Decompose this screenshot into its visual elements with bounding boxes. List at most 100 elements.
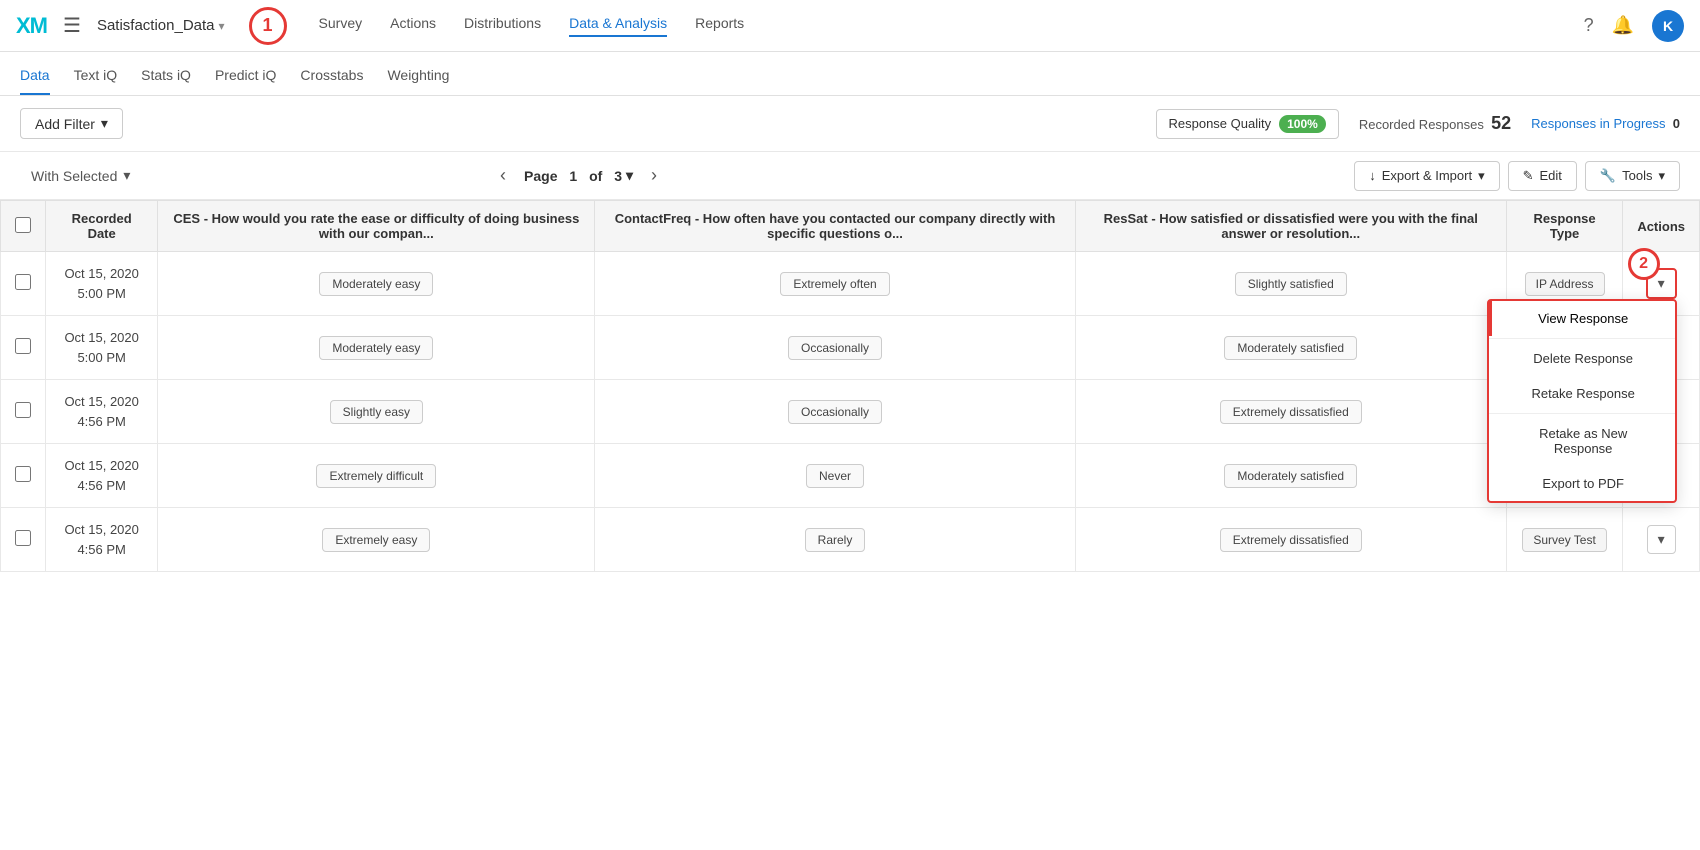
prev-page-button[interactable]: ‹ <box>492 161 514 190</box>
responses-in-progress: Responses in Progress 0 <box>1531 116 1680 131</box>
toolbar: Add Filter ▾ Response Quality 100% Recor… <box>0 96 1700 152</box>
cell-response-type: Survey Test <box>1506 508 1622 572</box>
select-all-checkbox[interactable] <box>15 217 31 233</box>
download-icon: ↓ <box>1369 168 1376 183</box>
nav-survey[interactable]: Survey <box>319 15 363 37</box>
data-table: Recorded Date CES - How would you rate t… <box>0 200 1700 572</box>
cell-ressat: Extremely dissatisfied <box>1075 380 1506 444</box>
tools-chevron-icon: ▾ <box>1658 168 1665 184</box>
tab-weighting[interactable]: Weighting <box>387 67 449 95</box>
table-row: Oct 15, 20204:56 PMSlightly easyOccasion… <box>1 380 1700 444</box>
cell-contact-freq: Occasionally <box>595 316 1075 380</box>
tab-text-iq[interactable]: Text iQ <box>74 67 118 95</box>
recorded-responses: Recorded Responses 52 <box>1359 113 1511 134</box>
avatar[interactable]: K <box>1652 10 1684 42</box>
with-selected-dropdown[interactable]: With Selected ▾ <box>20 160 141 191</box>
row-checkbox[interactable] <box>15 530 31 546</box>
response-quality-label: Response Quality <box>1169 116 1272 131</box>
col-contact-freq: ContactFreq - How often have you contact… <box>595 201 1075 252</box>
notification-icon[interactable]: 🔔 <box>1612 15 1634 36</box>
cell-contact-freq: Never <box>595 444 1075 508</box>
table-row: Oct 15, 20204:56 PMExtremely easyRarelyE… <box>1 508 1700 572</box>
cell-ces: Moderately easy <box>158 252 595 316</box>
next-page-button[interactable]: › <box>643 161 665 190</box>
cell-ressat: Extremely dissatisfied <box>1075 508 1506 572</box>
cell-date: Oct 15, 20204:56 PM <box>46 380 158 444</box>
col-recorded-date: Recorded Date <box>46 201 158 252</box>
col-response-type: Response Type <box>1506 201 1622 252</box>
menu-item-retake-new[interactable]: Retake as New Response <box>1489 416 1675 466</box>
actions-menu: View Response Delete ResponseRetake Respo… <box>1487 299 1677 503</box>
cell-ressat: Moderately satisfied <box>1075 444 1506 508</box>
step-badge-1: 1 <box>249 7 287 45</box>
row-checkbox[interactable] <box>15 466 31 482</box>
page-label: Page <box>524 168 557 184</box>
edit-button[interactable]: ✎ Edit <box>1508 161 1577 191</box>
help-icon[interactable]: ? <box>1584 15 1594 36</box>
table-row: Oct 15, 20204:56 PMExtremely difficultNe… <box>1 444 1700 508</box>
response-quality-value: 100% <box>1279 115 1326 133</box>
cell-contact-freq: Occasionally <box>595 380 1075 444</box>
responses-in-progress-value: 0 <box>1673 116 1680 131</box>
with-selected-chevron-icon: ▾ <box>123 167 130 184</box>
total-pages: 3 <box>614 168 622 184</box>
pencil-icon: ✎ <box>1523 168 1534 184</box>
cell-date: Oct 15, 20205:00 PM <box>46 316 158 380</box>
row-checkbox[interactable] <box>15 338 31 354</box>
cell-contact-freq: Extremely often <box>595 252 1075 316</box>
cell-ces: Extremely easy <box>158 508 595 572</box>
top-nav: Survey Actions Distributions Data & Anal… <box>319 15 745 37</box>
cell-contact-freq: Rarely <box>595 508 1075 572</box>
menu-item-export-pdf[interactable]: Export to PDF <box>1489 466 1675 501</box>
cell-ces: Slightly easy <box>158 380 595 444</box>
page-chevron-icon: ▾ <box>626 167 633 184</box>
table-container: Recorded Date CES - How would you rate t… <box>0 200 1700 572</box>
cell-ressat: Moderately satisfied <box>1075 316 1506 380</box>
cell-ces: Moderately easy <box>158 316 595 380</box>
table-row: Oct 15, 20205:00 PMModerately easyOccasi… <box>1 316 1700 380</box>
nav-data-analysis[interactable]: Data & Analysis <box>569 15 667 37</box>
of-label: of <box>589 168 602 184</box>
pagination-row: With Selected ▾ ‹ Page 1 of 3 ▾ › ↓ Expo… <box>0 152 1700 200</box>
tools-button[interactable]: 🔧 Tools ▾ <box>1585 161 1680 191</box>
page-indicator[interactable]: Page 1 of 3 ▾ <box>524 167 633 184</box>
filter-chevron-icon: ▾ <box>101 115 108 132</box>
add-filter-button[interactable]: Add Filter ▾ <box>20 108 123 139</box>
hamburger-icon[interactable]: ☰ <box>63 13 81 38</box>
cell-date: Oct 15, 20204:56 PM <box>46 508 158 572</box>
row-checkbox[interactable] <box>15 402 31 418</box>
export-import-button[interactable]: ↓ Export & Import ▾ <box>1354 161 1499 191</box>
cell-date: Oct 15, 20204:56 PM <box>46 444 158 508</box>
tab-crosstabs[interactable]: Crosstabs <box>300 67 363 95</box>
row-checkbox[interactable] <box>15 274 31 290</box>
actions-dropdown-button[interactable]: ▾ <box>1647 525 1676 554</box>
top-right-actions: ? 🔔 K <box>1584 10 1684 42</box>
current-page: 1 <box>569 168 577 184</box>
col-checkbox <box>1 201 46 252</box>
menu-item-delete-response[interactable]: Delete Response <box>1489 341 1675 376</box>
sub-tab-bar: Data Text iQ Stats iQ Predict iQ Crossta… <box>0 52 1700 96</box>
menu-item-retake-response[interactable]: Retake Response <box>1489 376 1675 411</box>
tab-data[interactable]: Data <box>20 67 50 95</box>
menu-item-view-response[interactable]: View Response <box>1489 301 1675 336</box>
project-chevron-icon: ▾ <box>219 19 225 33</box>
tab-predict-iq[interactable]: Predict iQ <box>215 67 276 95</box>
col-actions: Actions <box>1623 201 1700 252</box>
col-ressat: ResSat - How satisfied or dissatisfied w… <box>1075 201 1506 252</box>
nav-distributions[interactable]: Distributions <box>464 15 541 37</box>
pagination-controls: ‹ Page 1 of 3 ▾ › <box>492 161 665 190</box>
xm-logo: XM <box>16 13 47 39</box>
response-quality-badge: Response Quality 100% <box>1156 109 1339 139</box>
recorded-responses-value: 52 <box>1491 113 1511 133</box>
toolbar-right: Response Quality 100% Recorded Responses… <box>1156 109 1681 139</box>
nav-actions[interactable]: Actions <box>390 15 436 37</box>
top-bar: XM ☰ Satisfaction_Data ▾ 1 Survey Action… <box>0 0 1700 52</box>
cell-date: Oct 15, 20205:00 PM <box>46 252 158 316</box>
col-ces: CES - How would you rate the ease or dif… <box>158 201 595 252</box>
table-row: Oct 15, 20205:00 PMModerately easyExtrem… <box>1 252 1700 316</box>
cell-ressat: Slightly satisfied <box>1075 252 1506 316</box>
tab-stats-iq[interactable]: Stats iQ <box>141 67 191 95</box>
table-header-row: Recorded Date CES - How would you rate t… <box>1 201 1700 252</box>
nav-reports[interactable]: Reports <box>695 15 744 37</box>
project-name[interactable]: Satisfaction_Data ▾ <box>97 17 225 34</box>
